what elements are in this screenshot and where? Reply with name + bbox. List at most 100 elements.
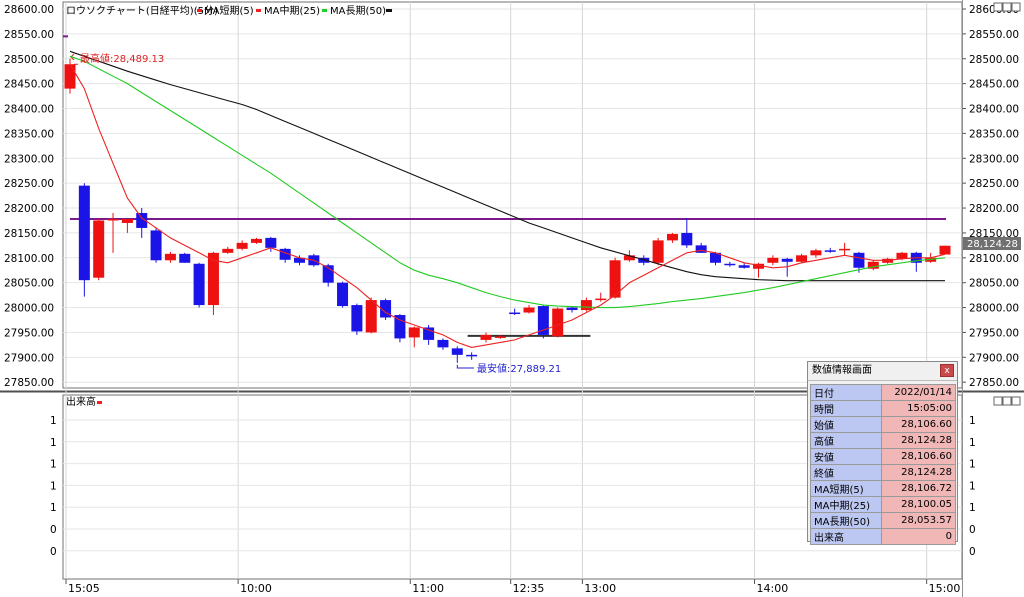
candle-body[interactable] [738, 265, 750, 268]
right-y-tick-label: 28450.00 [969, 79, 1019, 91]
candle-body[interactable] [523, 307, 535, 313]
volume-legend-title: 出来高 [66, 395, 96, 408]
right-y-tick-label: 28050.00 [969, 278, 1019, 290]
info-row-label: MA中期(25) [810, 496, 882, 513]
right-y-tick-label: 28100.00 [969, 253, 1019, 265]
low-annotation: 最安値:27,889.21 [477, 362, 561, 375]
candle-body[interactable] [724, 263, 736, 266]
candle-body[interactable] [236, 242, 248, 249]
candle-body[interactable] [222, 248, 234, 253]
candle-body[interactable] [824, 250, 836, 252]
volume-y-tick-label: 1 [50, 459, 57, 471]
candle-body[interactable] [93, 220, 105, 278]
candle-body[interactable] [121, 218, 133, 223]
volume-pane-controls[interactable] [993, 396, 1021, 406]
candle-body[interactable] [337, 282, 349, 307]
x-tick-label: 15:05 [68, 582, 100, 595]
candle-body[interactable] [810, 250, 822, 256]
right-axis-divider [962, 0, 963, 597]
candle-body[interactable] [509, 312, 521, 315]
info-row-label: 高値 [810, 432, 882, 449]
candle-body[interactable] [566, 307, 578, 311]
main-plot-area[interactable] [62, 1, 963, 389]
candle-body[interactable] [351, 305, 363, 332]
info-panel-header[interactable]: 数値情報画面 x [808, 362, 957, 381]
info-row-value: 0 [881, 528, 956, 545]
candle-body[interactable] [250, 238, 262, 243]
candle-body[interactable] [150, 230, 162, 261]
legend-chart-title: ロウソクチャート(日経平均)(5分) [66, 4, 218, 17]
candle-body[interactable] [179, 253, 191, 263]
volume-close-icon[interactable] [1011, 396, 1021, 406]
candle-body[interactable] [695, 245, 707, 253]
candle-body[interactable] [408, 327, 420, 338]
y-tick-label: 28450.00 [4, 79, 54, 91]
info-row-label: 時間 [810, 400, 882, 417]
candle-body[interactable] [265, 237, 277, 248]
candle-body[interactable] [839, 248, 851, 251]
candle-body[interactable] [64, 64, 76, 89]
candle-body[interactable] [796, 255, 808, 262]
candle-body[interactable] [652, 240, 664, 263]
pane-restore-icon[interactable] [1002, 2, 1012, 12]
volume-minimize-icon[interactable] [993, 396, 1003, 406]
volume-right-y-tick-label: 1 [969, 502, 976, 514]
candle-body[interactable] [580, 300, 592, 311]
pane-minimize-icon[interactable] [993, 2, 1003, 12]
volume-right-y-tick-label: 0 [969, 546, 976, 558]
x-tick-label: 12:35 [513, 582, 545, 595]
volume-right-y-tick-label: 1 [969, 415, 976, 427]
candle-body[interactable] [896, 252, 908, 259]
candle-body[interactable] [107, 218, 119, 221]
candle-body[interactable] [537, 306, 549, 335]
right-y-tick-label: 28350.00 [969, 128, 1019, 140]
candle-body[interactable] [939, 245, 951, 255]
pane-close-icon[interactable] [1011, 2, 1021, 12]
candle-body[interactable] [423, 327, 435, 340]
info-row-label: 終値 [810, 464, 882, 481]
candle-body[interactable] [164, 253, 176, 261]
x-tick-label: 13:00 [584, 582, 616, 595]
info-row: 高値 28,124.28 [810, 432, 956, 449]
y-tick-label: 28100.00 [4, 253, 54, 265]
candle-body[interactable] [437, 339, 449, 348]
candle-body[interactable] [78, 185, 90, 281]
candle-body[interactable] [781, 258, 793, 262]
info-row: 終値 28,124.28 [810, 464, 956, 481]
candle-body[interactable] [193, 263, 205, 306]
info-row: MA長期(50) 28,053.57 [810, 512, 956, 529]
info-row: 時間 15:05:00 [810, 400, 956, 417]
info-row-label: MA短期(5) [810, 480, 882, 497]
info-row-value: 28,106.72 [881, 480, 956, 497]
legend-ma-long: MA長期(50) [330, 5, 386, 17]
info-row: 日付 2022/01/14 [810, 384, 956, 401]
candle-body[interactable] [451, 348, 463, 355]
candle-body[interactable] [365, 300, 377, 333]
info-row-value: 28,124.28 [881, 432, 956, 449]
info-panel-close-button[interactable]: x [940, 364, 954, 377]
y-tick-label: 28600.00 [4, 4, 54, 16]
main-pane-controls[interactable] [993, 2, 1021, 12]
candle-body[interactable] [681, 232, 693, 246]
info-row: 始値 28,106.60 [810, 416, 956, 433]
candle-body[interactable] [552, 308, 564, 337]
candle-body[interactable] [480, 334, 492, 340]
candle-body[interactable] [666, 233, 678, 241]
candle-body[interactable] [466, 354, 478, 357]
candle-body[interactable] [767, 257, 779, 263]
volume-right-y-tick-label: 1 [969, 437, 976, 449]
candle-body[interactable] [494, 336, 506, 338]
candle-body[interactable] [595, 298, 607, 301]
volume-y-tick-label: 1 [50, 415, 57, 427]
info-row: MA中期(25) 28,100.05 [810, 496, 956, 513]
info-panel[interactable]: 数値情報画面 x 日付 2022/01/14 時間 15:05:00 始値 28,106.… [807, 361, 958, 545]
volume-right-y-tick-label: 0 [969, 524, 976, 536]
volume-restore-icon[interactable] [1002, 396, 1012, 406]
candle-body[interactable] [853, 252, 865, 268]
y-tick-label: 28500.00 [4, 54, 54, 66]
y-tick-label: 28000.00 [4, 303, 54, 315]
y-tick-label: 27850.00 [4, 377, 54, 389]
x-tick-label: 14:00 [757, 582, 789, 595]
info-row-value: 15:05:00 [881, 400, 956, 417]
y-tick-label: 28350.00 [4, 128, 54, 140]
